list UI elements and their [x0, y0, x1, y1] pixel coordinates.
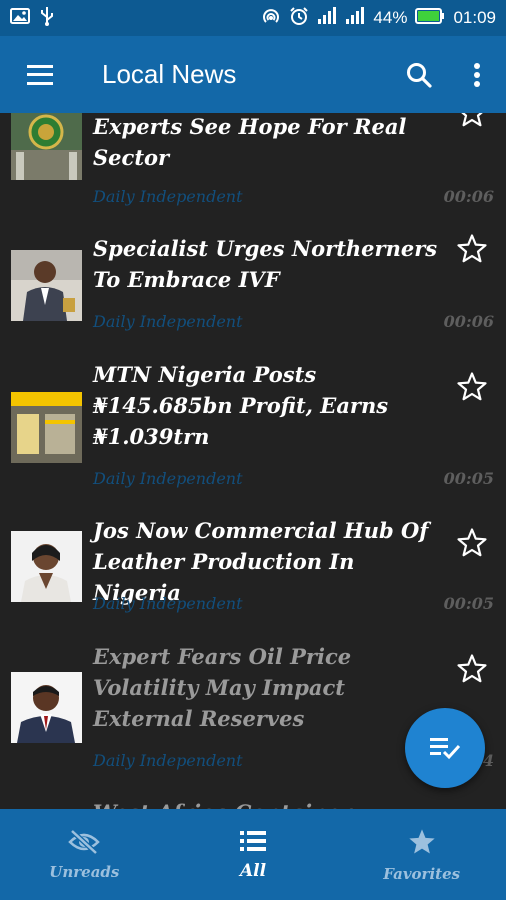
image-notification-icon — [10, 7, 30, 30]
star-icon — [409, 828, 435, 853]
status-bar: 44% 01:09 — [0, 0, 506, 36]
star-icon[interactable] — [456, 527, 488, 559]
article-headline[interactable]: Expert Fears Oil Price Volatility May Im… — [93, 641, 438, 734]
article-time: 00:05 — [443, 469, 494, 488]
bottom-navigation: Unreads All Favorites — [0, 809, 506, 900]
mark-all-read-button[interactable] — [405, 708, 485, 788]
article-source: Daily Independent — [93, 469, 243, 488]
signal-icon-2 — [345, 6, 365, 30]
article-thumbnail — [11, 113, 82, 180]
hamburger-icon — [27, 64, 53, 85]
clock: 01:09 — [453, 8, 496, 27]
more-vert-icon — [474, 62, 480, 87]
hotspot-icon — [261, 6, 281, 31]
article-source: Daily Independent — [93, 312, 243, 331]
nav-label: Unreads — [49, 862, 120, 881]
nav-label: All — [239, 860, 267, 881]
nav-all[interactable]: All — [169, 809, 338, 900]
eye-off-icon — [68, 828, 101, 855]
article-source: Daily Independent — [93, 594, 243, 613]
list-item[interactable]: West Africa Container — [0, 797, 506, 809]
nav-unreads[interactable]: Unreads — [0, 809, 169, 900]
nav-favorites[interactable]: Favorites — [337, 809, 506, 900]
article-time: 00:06 — [443, 312, 494, 331]
menu-button[interactable] — [0, 36, 80, 113]
search-button[interactable] — [390, 36, 448, 113]
article-time: 00:06 — [443, 187, 494, 206]
usb-icon — [40, 6, 54, 31]
list-icon — [240, 830, 266, 851]
list-item[interactable]: Specialist Urges Northerners To Embrace … — [0, 233, 506, 358]
article-thumbnail — [11, 672, 82, 743]
news-feed[interactable]: Experts See Hope For Real Sector Daily I… — [0, 113, 506, 809]
article-thumbnail — [11, 392, 82, 463]
article-headline[interactable]: West Africa Container — [93, 797, 438, 809]
article-source: Daily Independent — [93, 751, 243, 770]
playlist-check-icon — [430, 738, 461, 760]
star-icon[interactable] — [456, 233, 488, 265]
article-headline[interactable]: MTN Nigeria Posts ₦145.685bn Profit, Ear… — [93, 359, 438, 452]
star-icon[interactable] — [456, 653, 488, 685]
list-item[interactable]: Experts See Hope For Real Sector Daily I… — [0, 113, 506, 229]
article-source: Daily Independent — [93, 187, 243, 206]
search-icon — [407, 62, 432, 88]
nav-label: Favorites — [383, 864, 461, 883]
overflow-menu-button[interactable] — [448, 36, 506, 113]
article-thumbnail — [11, 250, 82, 321]
list-item[interactable]: Jos Now Commercial Hub Of Leather Produc… — [0, 515, 506, 641]
article-headline[interactable]: Specialist Urges Northerners To Embrace … — [93, 233, 438, 295]
signal-icon-1 — [317, 6, 337, 30]
article-time: 00:05 — [443, 594, 494, 613]
article-headline[interactable]: Experts See Hope For Real Sector — [93, 113, 438, 173]
list-item[interactable]: MTN Nigeria Posts ₦145.685bn Profit, Ear… — [0, 359, 506, 515]
app-bar: Local News — [0, 36, 506, 113]
battery-icon — [415, 7, 445, 29]
star-icon[interactable] — [456, 371, 488, 403]
star-icon[interactable] — [456, 113, 488, 129]
page-title: Local News — [102, 59, 237, 89]
alarm-icon — [289, 6, 309, 31]
battery-percent: 44% — [373, 8, 408, 27]
article-thumbnail — [11, 531, 82, 602]
